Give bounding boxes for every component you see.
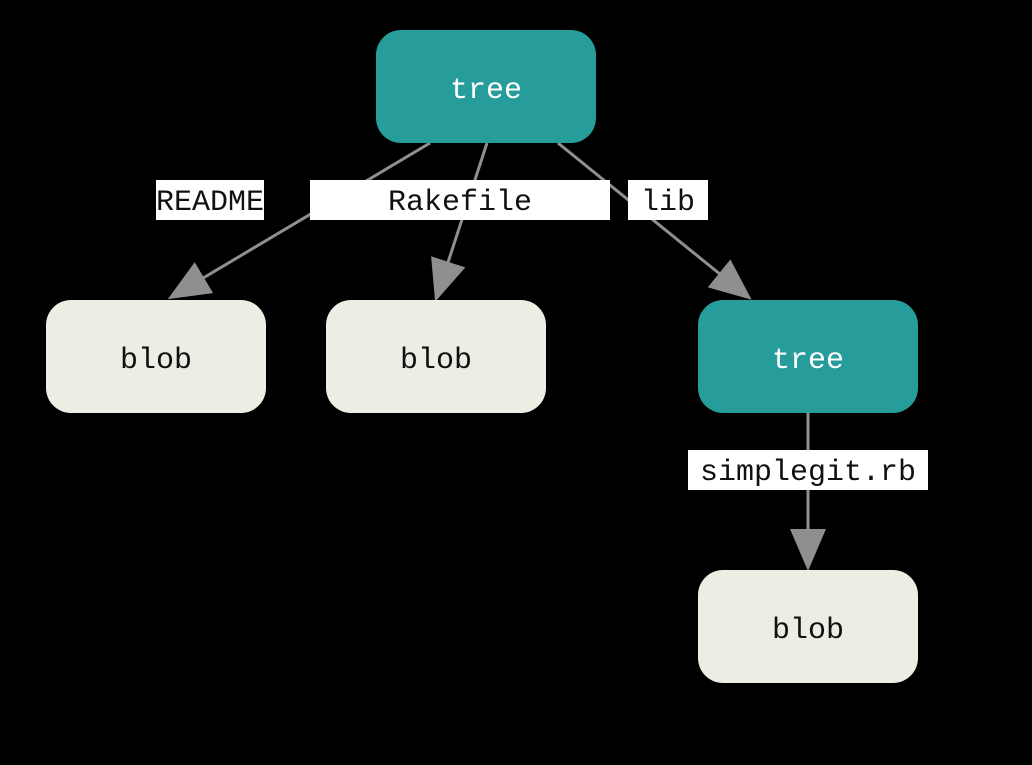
edge-readme-label: README <box>156 186 264 220</box>
git-object-diagram: tree blob blob tree blob README Rakefile… <box>0 0 1032 765</box>
node-blob-rakefile-label: blob <box>400 344 472 378</box>
node-blob-readme-label: blob <box>120 344 192 378</box>
node-root-tree-label: tree <box>450 74 522 108</box>
edge-rakefile-label: Rakefile <box>388 186 532 220</box>
node-blob-simplegit-label: blob <box>772 614 844 648</box>
edge-lib-label: lib <box>641 186 695 220</box>
edge-simplegit-label: simplegit.rb <box>700 456 916 490</box>
node-subtree-label: tree <box>772 344 844 378</box>
